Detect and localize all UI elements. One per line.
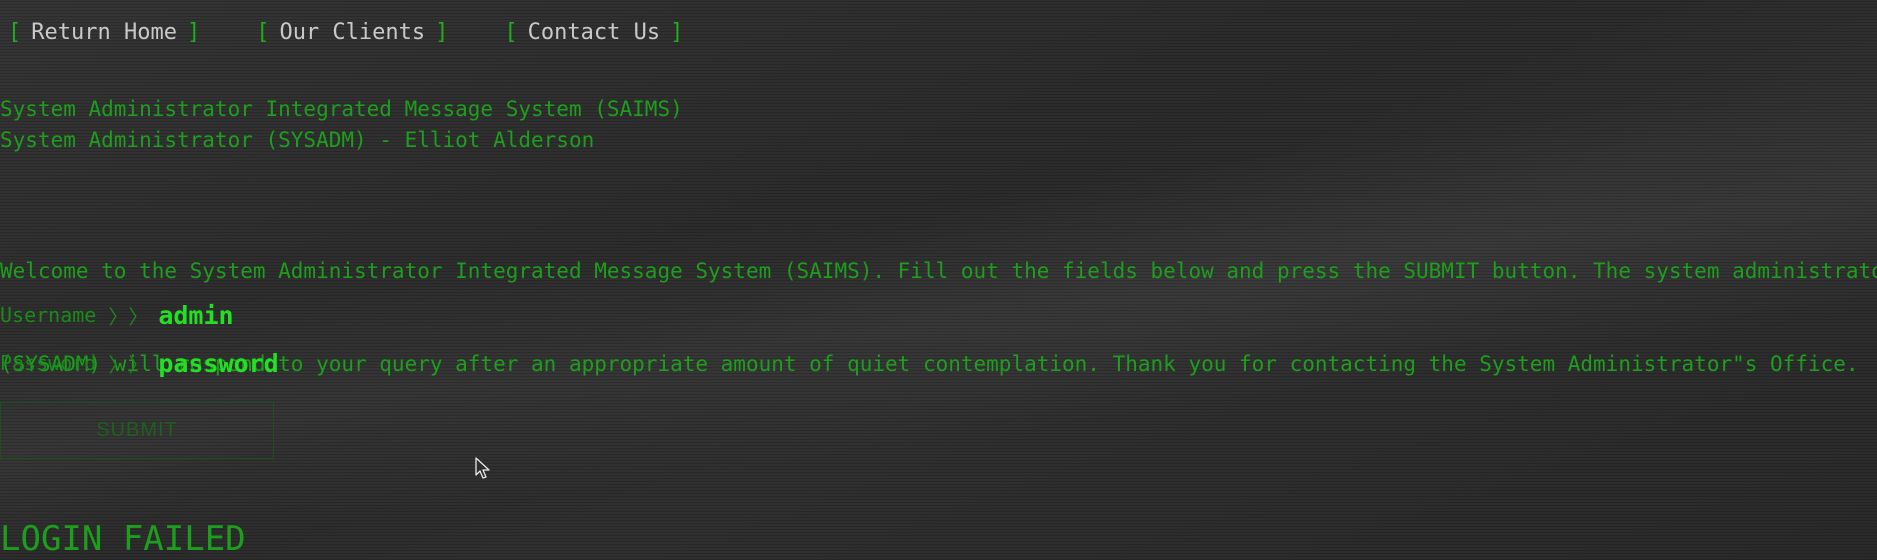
nav-link-return-home[interactable]: [ Return Home]: [8, 20, 200, 45]
bracket-close: ]: [435, 19, 449, 45]
bracket-close: ]: [670, 19, 684, 45]
system-name: System Administrator Integrated Message …: [0, 97, 683, 121]
password-separator: 〉〉: [108, 352, 149, 377]
administrator-name: System Administrator (SYSADM) - Elliot A…: [0, 128, 595, 152]
password-label: Password: [0, 351, 97, 375]
password-input[interactable]: [158, 346, 479, 380]
username-separator: 〉〉: [108, 304, 149, 329]
password-row: Password 〉〉: [0, 346, 479, 380]
system-header: System Administrator Integrated Message …: [0, 94, 683, 156]
nav-link-our-clients[interactable]: [ Our Clients]: [256, 20, 448, 45]
bracket-open: [: [256, 19, 270, 45]
mouse-pointer-icon: [475, 457, 491, 481]
top-navigation: [ Return Home] [ Our Clients] [ Contact Us]: [8, 16, 739, 48]
username-label: Username: [0, 303, 97, 327]
submit-button[interactable]: SUBMIT: [0, 402, 274, 459]
nav-link-contact-us[interactable]: [ Contact Us]: [504, 20, 683, 45]
nav-link-label: Contact Us: [527, 19, 661, 45]
welcome-line-1: Welcome to the System Administrator Inte…: [0, 259, 1877, 283]
nav-link-label: Return Home: [31, 19, 177, 45]
bracket-open: [: [504, 19, 518, 45]
bracket-close: ]: [186, 19, 201, 45]
nav-link-label: Our Clients: [279, 19, 426, 45]
bracket-open: [: [8, 19, 22, 45]
username-row: Username 〉〉: [0, 298, 479, 332]
username-input[interactable]: [158, 298, 479, 332]
login-status-message: LOGIN FAILED: [0, 519, 246, 559]
